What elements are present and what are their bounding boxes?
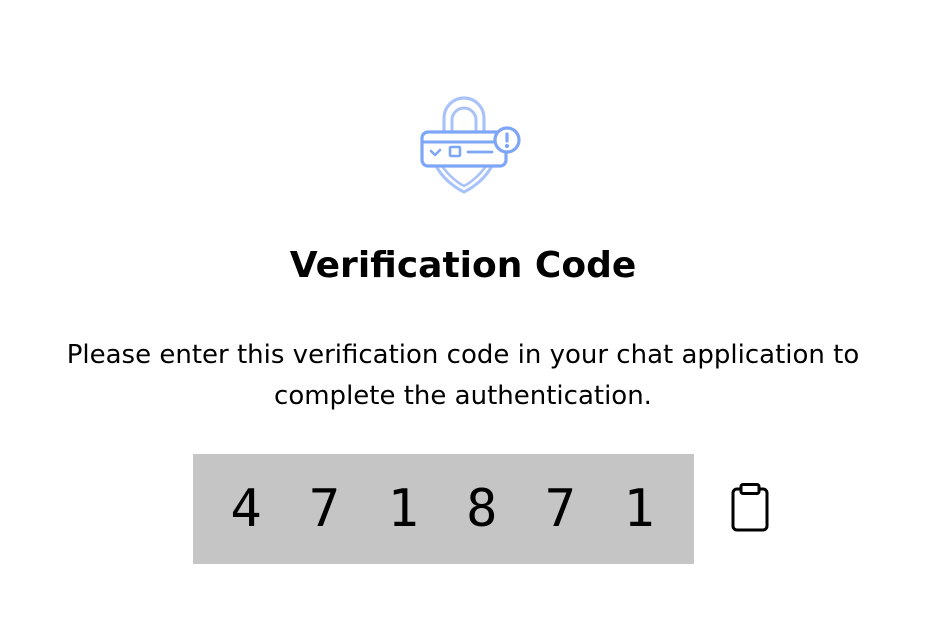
copy-code-button[interactable]	[726, 483, 774, 537]
verification-code-box[interactable]: 4 7 1 8 7 1	[193, 454, 694, 564]
clipboard-icon	[730, 483, 770, 537]
instruction-text: Please enter this verification code in y…	[66, 340, 860, 411]
page-title: Verification Code	[289, 245, 637, 286]
shield-lock-alert-icon	[416, 90, 524, 198]
verification-page: Verification Code Please enter this veri…	[0, 0, 926, 618]
verification-code[interactable]: 4 7 1 8 7 1	[224, 479, 662, 539]
